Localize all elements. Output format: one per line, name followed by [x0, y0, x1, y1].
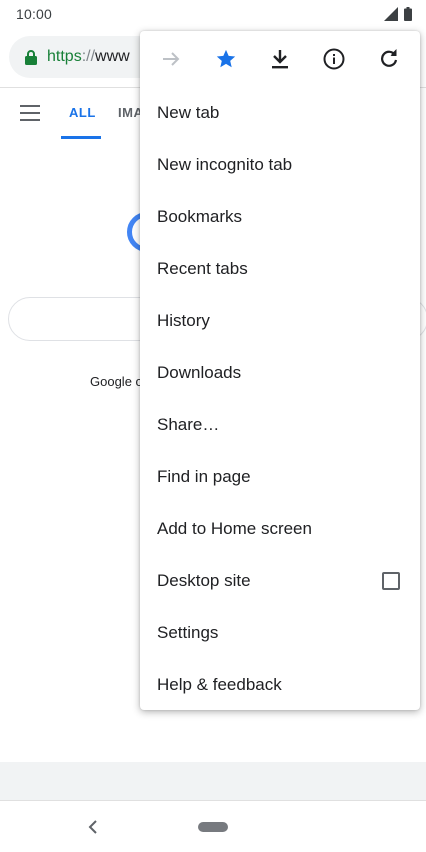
- lock-icon: [25, 49, 37, 65]
- menu-item-add-to-home-screen[interactable]: Add to Home screen: [140, 503, 420, 555]
- menu-item-desktop-site[interactable]: Desktop site: [140, 555, 420, 607]
- menu-item-label: Add to Home screen: [157, 519, 312, 538]
- menu-item-recent-tabs[interactable]: Recent tabs: [140, 243, 420, 295]
- url-scheme: https: [47, 48, 82, 65]
- tab-all[interactable]: ALL: [69, 105, 96, 120]
- refresh-icon[interactable]: [369, 39, 409, 79]
- menu-item-label: Find in page: [157, 467, 251, 486]
- hamburger-menu-icon[interactable]: [20, 105, 40, 121]
- google-offered-text: Google o: [90, 374, 143, 389]
- menu-item-label: New tab: [157, 103, 220, 122]
- menu-item-list: New tab New incognito tab Bookmarks Rece…: [140, 87, 420, 711]
- menu-item-label: Bookmarks: [157, 207, 243, 226]
- star-icon[interactable]: [206, 39, 246, 79]
- battery-icon: [404, 7, 412, 21]
- system-nav-bar: [0, 800, 426, 852]
- signal-icon: [384, 7, 398, 21]
- menu-item-history[interactable]: History: [140, 295, 420, 347]
- status-bar: 10:00: [0, 0, 426, 28]
- home-pill[interactable]: [198, 822, 228, 832]
- menu-icon-row: [140, 31, 420, 87]
- url-separator: ://: [81, 48, 96, 65]
- menu-item-help-feedback[interactable]: Help & feedback: [140, 659, 420, 711]
- status-time: 10:00: [16, 6, 53, 22]
- menu-item-label: Recent tabs: [157, 259, 248, 278]
- menu-item-label: History: [157, 311, 210, 330]
- menu-item-bookmarks[interactable]: Bookmarks: [140, 191, 420, 243]
- tab-all-underline: [61, 136, 101, 139]
- menu-item-new-tab[interactable]: New tab: [140, 87, 420, 139]
- back-icon[interactable]: [88, 819, 98, 835]
- menu-item-downloads[interactable]: Downloads: [140, 347, 420, 399]
- menu-item-share[interactable]: Share…: [140, 399, 420, 451]
- menu-item-label: Downloads: [157, 363, 242, 382]
- overflow-menu: New tab New incognito tab Bookmarks Rece…: [140, 31, 420, 710]
- menu-item-label: Settings: [157, 623, 219, 642]
- menu-item-label: Share…: [157, 415, 220, 434]
- url-host: www: [95, 48, 130, 65]
- forward-arrow-icon[interactable]: [151, 39, 191, 79]
- menu-item-new-incognito-tab[interactable]: New incognito tab: [140, 139, 420, 191]
- url-text[interactable]: https://www: [47, 48, 130, 66]
- desktop-site-checkbox[interactable]: [382, 572, 400, 590]
- status-icons: [384, 7, 412, 21]
- menu-item-settings[interactable]: Settings: [140, 607, 420, 659]
- menu-item-find-in-page[interactable]: Find in page: [140, 451, 420, 503]
- menu-item-label: Desktop site: [157, 571, 251, 590]
- menu-item-label: New incognito tab: [157, 155, 293, 174]
- menu-item-label: Help & feedback: [157, 675, 282, 694]
- download-icon[interactable]: [260, 39, 300, 79]
- info-icon[interactable]: [314, 39, 354, 79]
- page-footer-area: [0, 762, 426, 800]
